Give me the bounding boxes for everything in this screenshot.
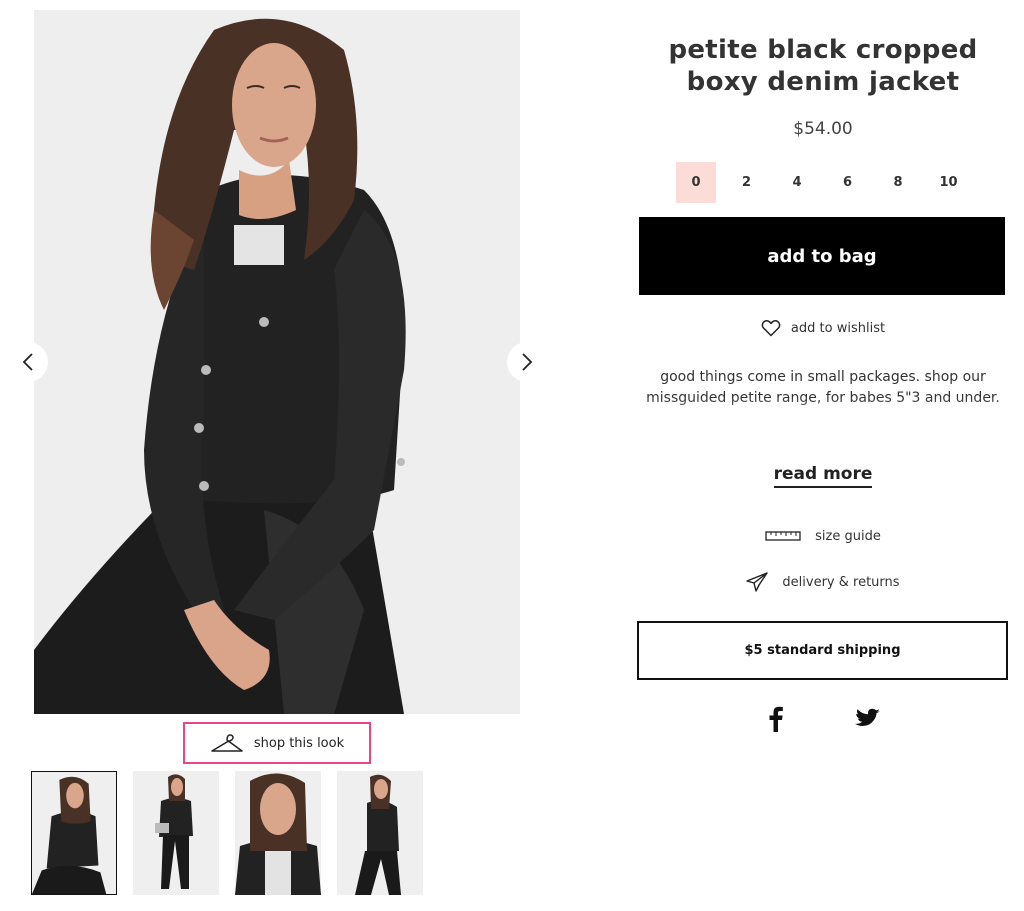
product-description: good things come in small packages. shop… <box>642 367 1004 467</box>
delivery-returns-link[interactable]: delivery & returns <box>640 570 1006 594</box>
ruler-icon <box>765 531 801 541</box>
size-selector: 0 2 4 6 8 10 <box>676 162 979 203</box>
product-main-image[interactable] <box>34 10 520 714</box>
heart-icon <box>761 320 781 337</box>
twitter-share-button[interactable] <box>854 705 882 733</box>
product-price: $54.00 <box>793 119 853 139</box>
size-option-2[interactable]: 2 <box>727 162 767 203</box>
previous-image-button[interactable] <box>8 342 48 382</box>
shop-this-look-button[interactable]: shop this look <box>183 722 371 764</box>
wishlist-label: add to wishlist <box>790 320 886 336</box>
size-guide-link[interactable]: size guide <box>640 524 1006 548</box>
description-fade <box>642 397 1004 467</box>
read-more-link[interactable]: read more <box>773 464 873 488</box>
thumbnail-4[interactable] <box>337 771 423 895</box>
add-to-wishlist-button[interactable]: add to wishlist <box>640 316 1006 340</box>
shipping-label: $5 standard shipping <box>744 643 901 658</box>
size-option-8[interactable]: 8 <box>878 162 918 203</box>
product-title-line-1: petite black cropped <box>668 35 978 65</box>
facebook-icon <box>769 706 783 732</box>
facebook-share-button[interactable] <box>762 705 790 733</box>
paper-plane-icon <box>746 572 769 592</box>
twitter-icon <box>855 708 880 726</box>
add-to-bag-button[interactable]: add to bag <box>639 217 1005 295</box>
product-title-line-2: boxy denim jacket <box>686 67 960 97</box>
size-guide-label: size guide <box>815 528 881 544</box>
size-option-6[interactable]: 6 <box>828 162 868 203</box>
hanger-icon <box>211 734 243 752</box>
thumbnail-image <box>235 771 321 895</box>
size-option-4[interactable]: 4 <box>777 162 817 203</box>
thumbnail-image <box>337 771 423 895</box>
thumbnail-2[interactable] <box>133 771 219 895</box>
chevron-left-icon <box>22 353 33 371</box>
size-option-10[interactable]: 10 <box>929 162 969 203</box>
thumbnail-image <box>32 772 116 894</box>
model-photo <box>34 10 520 714</box>
thumbnail-image <box>133 771 219 895</box>
size-option-0[interactable]: 0 <box>676 162 716 203</box>
read-more-row: read more <box>640 464 1006 488</box>
thumbnail-1[interactable] <box>31 771 117 895</box>
product-title: petite black cropped boxy denim jacket <box>640 34 1006 98</box>
shop-this-look-label: shop this look <box>253 735 345 751</box>
shipping-info-banner: $5 standard shipping <box>637 621 1008 680</box>
next-image-button[interactable] <box>507 342 547 382</box>
delivery-returns-label: delivery & returns <box>782 574 900 590</box>
chevron-right-icon <box>522 353 533 371</box>
thumbnail-3[interactable] <box>235 771 321 895</box>
